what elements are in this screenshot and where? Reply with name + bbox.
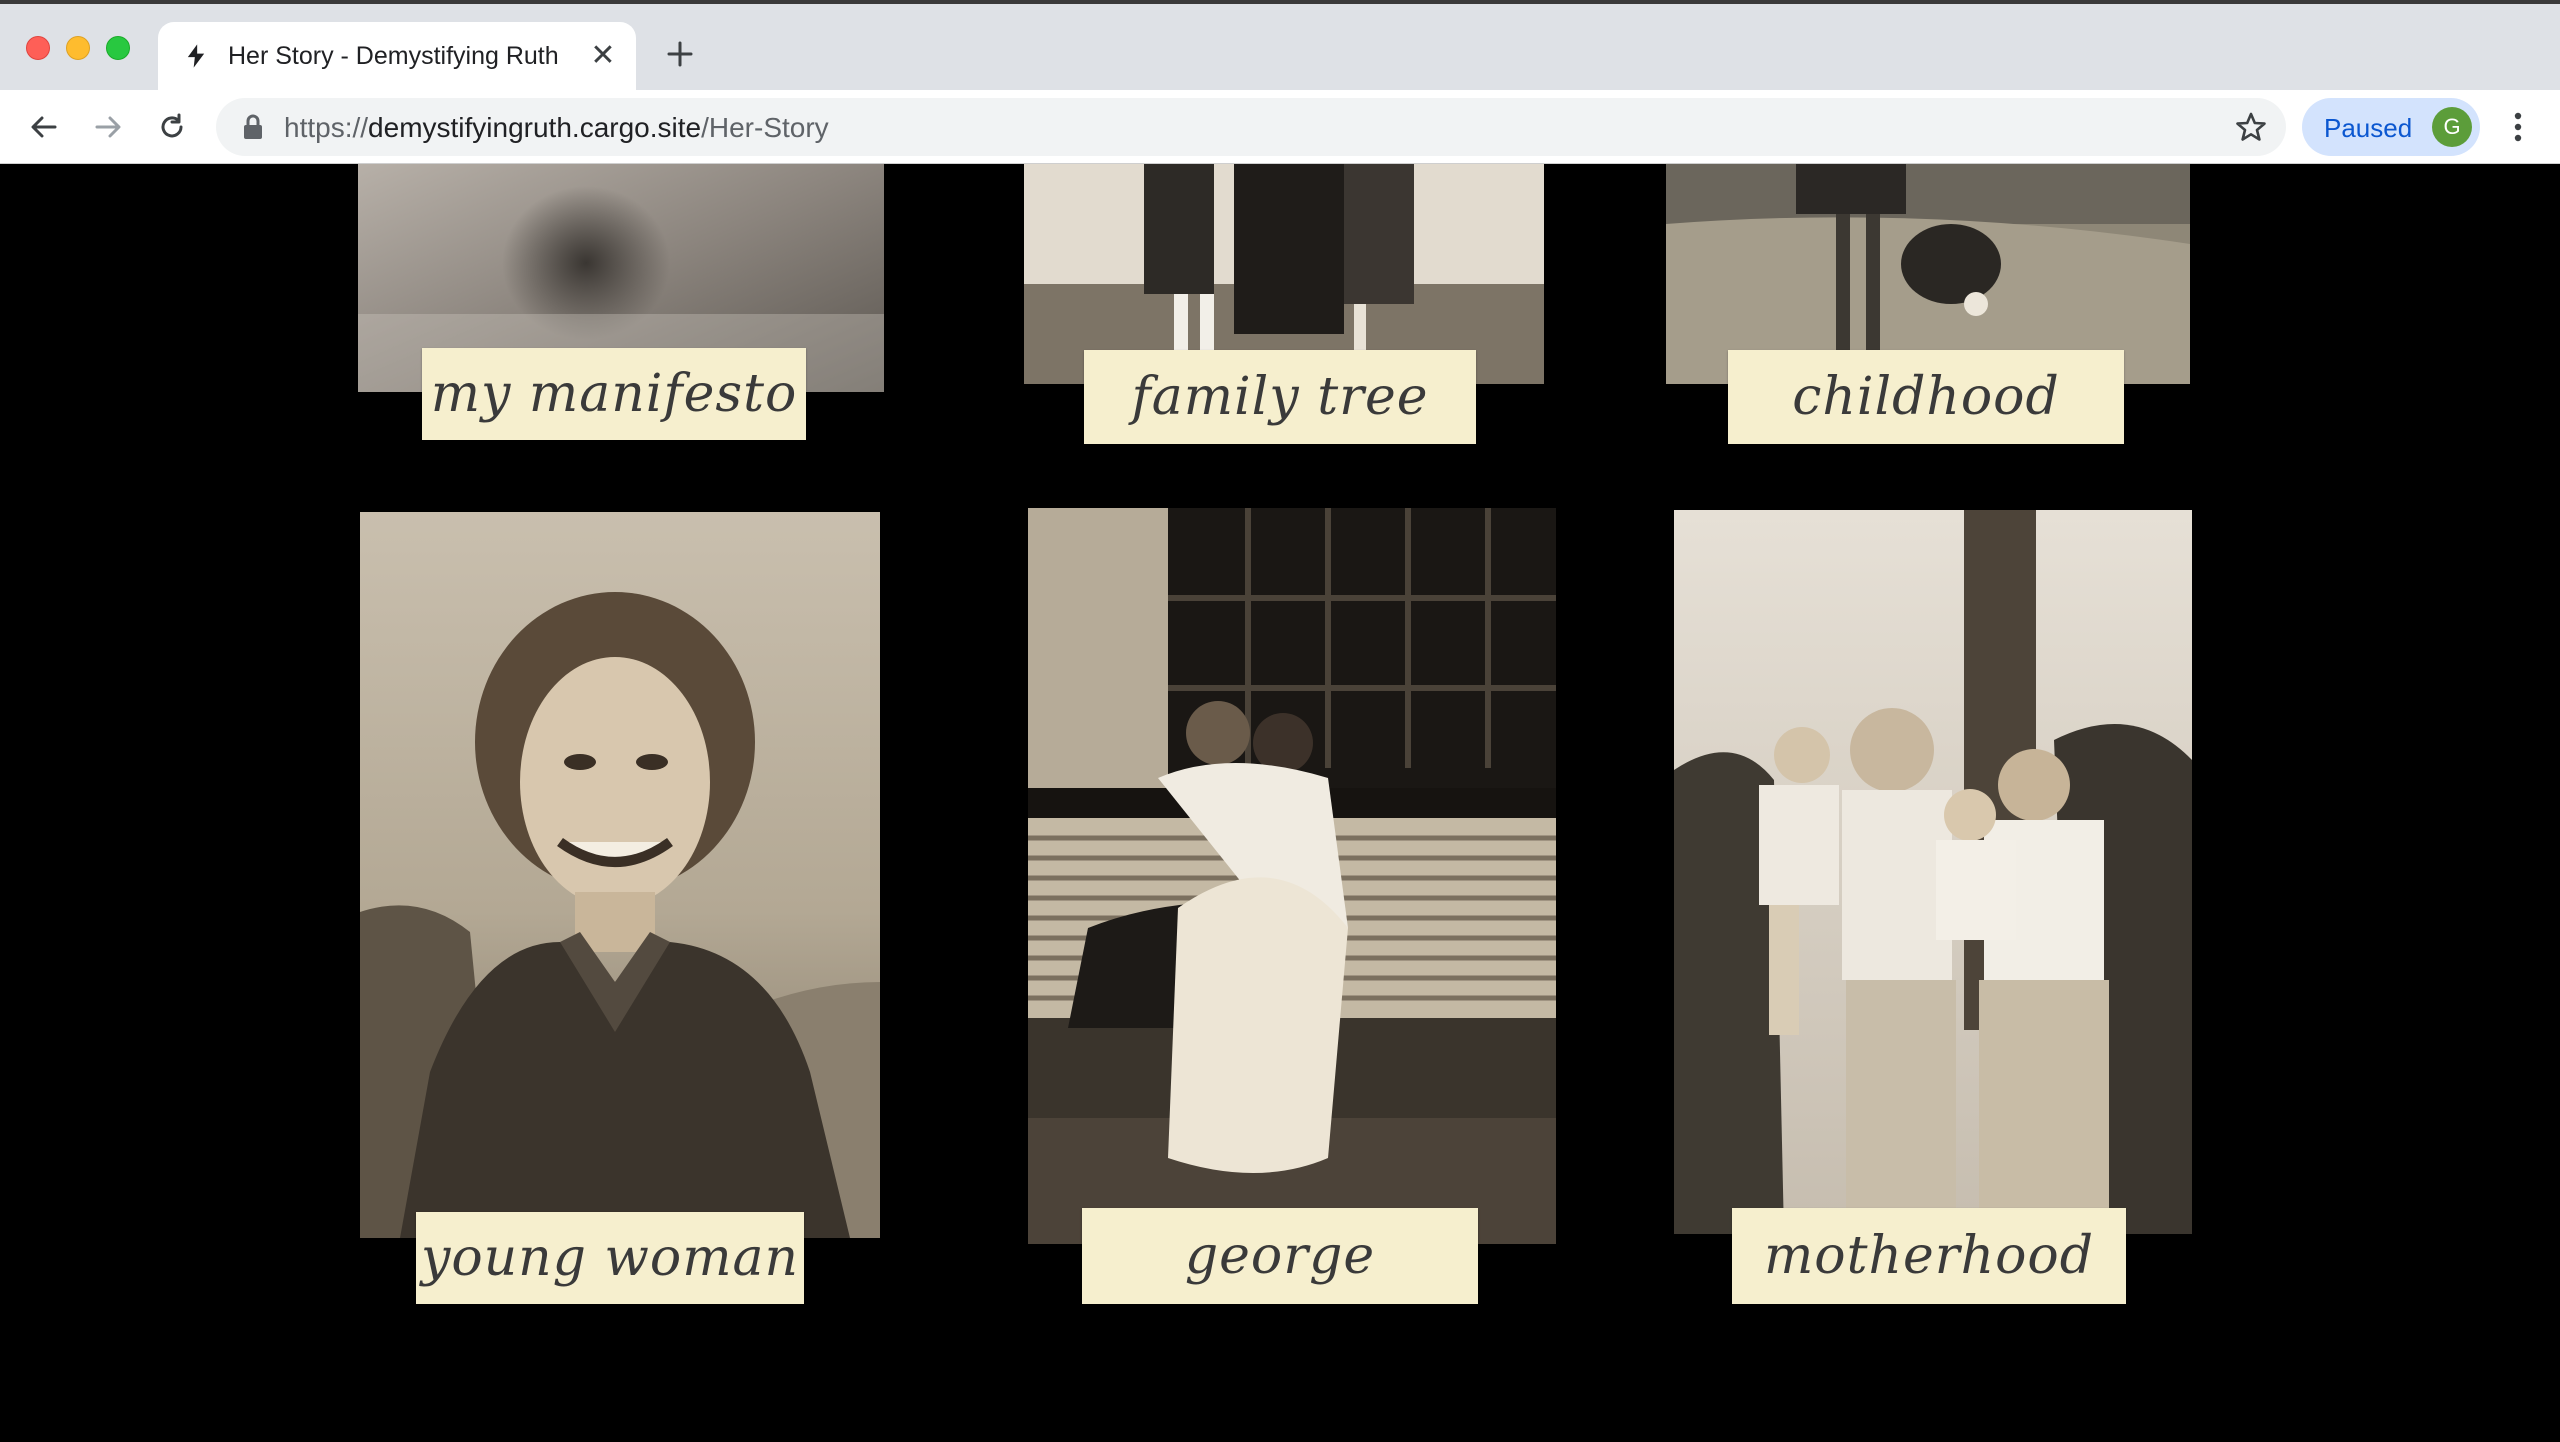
tab-her-story[interactable]: Her Story - Demystifying Ruth ✕ bbox=[158, 22, 636, 90]
url-text[interactable]: https://demystifyingruth.cargo.site/Her-… bbox=[284, 112, 829, 144]
label-card-my-manifesto[interactable]: my manifesto bbox=[422, 348, 806, 440]
george-image bbox=[1028, 508, 1556, 1244]
label-my-manifesto: my manifesto bbox=[430, 364, 798, 424]
back-button[interactable] bbox=[22, 105, 66, 149]
star-icon[interactable] bbox=[2234, 110, 2268, 144]
kebab-menu-icon bbox=[2514, 112, 2522, 142]
url-path: /Her-Story bbox=[701, 112, 829, 143]
motherhood-image bbox=[1674, 510, 2192, 1234]
window-edge bbox=[0, 0, 2560, 4]
label-card-childhood[interactable]: childhood bbox=[1728, 350, 2124, 444]
minimize-window-button[interactable] bbox=[66, 36, 90, 60]
label-motherhood: motherhood bbox=[1763, 1226, 2095, 1286]
browser-menu-button[interactable] bbox=[2496, 105, 2540, 149]
photo-motherhood[interactable] bbox=[1674, 510, 2192, 1234]
label-card-young-woman[interactable]: young woman bbox=[416, 1212, 804, 1304]
reload-button[interactable] bbox=[150, 105, 194, 149]
label-george: george bbox=[1184, 1226, 1376, 1286]
label-card-motherhood[interactable]: motherhood bbox=[1732, 1208, 2126, 1304]
tab-title: Her Story - Demystifying Ruth bbox=[228, 42, 559, 70]
plus-icon bbox=[667, 41, 693, 67]
arrow-left-icon bbox=[31, 116, 57, 138]
photo-george[interactable] bbox=[1028, 508, 1556, 1244]
label-young-woman: young woman bbox=[420, 1228, 800, 1288]
browser-chrome: Her Story - Demystifying Ruth ✕ https://… bbox=[0, 0, 2560, 164]
profile-button[interactable]: Paused G bbox=[2302, 98, 2480, 156]
label-card-family-tree[interactable]: family tree bbox=[1084, 350, 1476, 444]
new-tab-button[interactable] bbox=[660, 34, 700, 74]
lock-icon[interactable] bbox=[242, 114, 264, 140]
label-family-tree: family tree bbox=[1131, 367, 1429, 427]
page-content: my manifesto family tree childhood young… bbox=[0, 164, 2560, 1442]
url-scheme: https:// bbox=[284, 112, 369, 143]
profile-status: Paused bbox=[2324, 113, 2413, 143]
avatar: G bbox=[2432, 107, 2472, 147]
photo-young-woman[interactable] bbox=[360, 512, 880, 1238]
arrow-right-icon bbox=[95, 116, 121, 138]
bolt-icon bbox=[187, 44, 205, 68]
reload-icon bbox=[161, 113, 183, 138]
forward-button[interactable] bbox=[86, 105, 130, 149]
url-host: demystifyingruth.cargo.site bbox=[368, 112, 702, 143]
close-window-button[interactable] bbox=[26, 36, 50, 60]
young-woman-image bbox=[360, 512, 880, 1238]
address-bar[interactable]: https://demystifyingruth.cargo.site/Her-… bbox=[216, 98, 2286, 156]
browser-toolbar: https://demystifyingruth.cargo.site/Her-… bbox=[0, 90, 2560, 164]
zoom-window-button[interactable] bbox=[106, 36, 130, 60]
tab-close-button[interactable]: ✕ bbox=[586, 38, 620, 72]
label-card-george[interactable]: george bbox=[1082, 1208, 1478, 1304]
label-childhood: childhood bbox=[1792, 367, 2060, 427]
